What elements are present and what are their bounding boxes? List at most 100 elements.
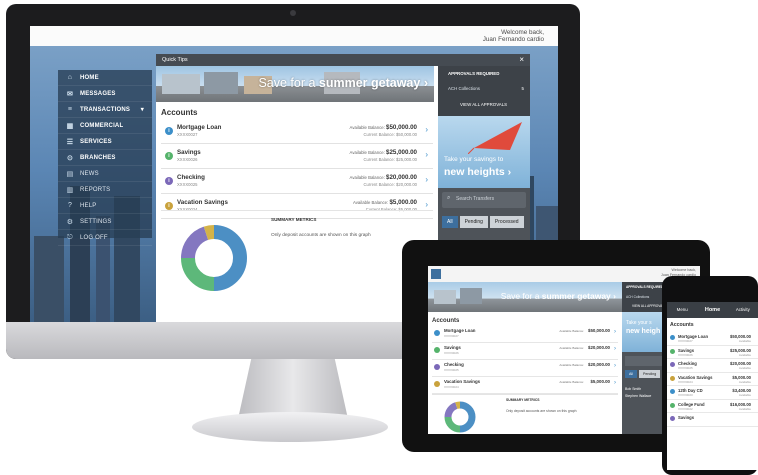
- tab-processed[interactable]: Processed: [489, 216, 524, 228]
- accounts-title: Accounts: [161, 108, 198, 117]
- search-transfers[interactable]: ⌕ Search Transfers: [442, 192, 526, 208]
- tab-all[interactable]: All: [442, 216, 458, 228]
- account-info-icon: [434, 347, 440, 353]
- summary-title: SUMMARY METRICS: [271, 217, 317, 222]
- phone-account-row[interactable]: College Fund XXXX0022 $16,000.00 Available: [667, 400, 758, 413]
- account-name: Mortgage Loan: [177, 124, 222, 131]
- sidebar-item-branches[interactable]: ⊙ BRANCHES: [58, 150, 152, 166]
- donut-segment: [444, 416, 461, 433]
- sidebar-nav: ⌂ HOME ✉ MESSAGES ≡ TRANSACTIONS ▾ ▦ COMMERCIAL ☰…: [58, 70, 152, 246]
- sidebar-item-news[interactable]: ▤ NEWS: [58, 166, 152, 182]
- approvals-item[interactable]: ACH Collections: [448, 86, 480, 91]
- banner-text: Save for a summer getaway ›: [258, 76, 428, 90]
- news-icon: ▤: [66, 170, 74, 178]
- chevron-right-icon[interactable]: ›: [614, 329, 616, 335]
- account-info-icon: [434, 330, 440, 336]
- donut-segment: [203, 225, 215, 241]
- account-info-icon: i: [165, 152, 173, 160]
- summary-metrics: SUMMARY METRICS Only deposit accounts ar…: [161, 210, 433, 322]
- available-label: Available Balance:: [559, 329, 584, 333]
- donut-segment: [181, 226, 209, 259]
- account-row[interactable]: i Mortgage Loan XXXX0027 Available Balance:…: [161, 121, 433, 144]
- available-label: Available: [738, 366, 751, 370]
- promo-banner[interactable]: Save for a summer getaway ›: [156, 66, 434, 102]
- tablet-donut-chart: [444, 401, 476, 433]
- account-number: XXXX0027: [177, 132, 198, 137]
- account-name: Vacation Savings: [177, 199, 228, 206]
- chevron-right-icon[interactable]: ›: [425, 125, 428, 134]
- chevron-right-icon[interactable]: ›: [425, 175, 428, 184]
- phone-account-row[interactable]: 12th Day CD XXXX0023 $3,400.00 Available: [667, 386, 758, 400]
- donut-segment: [181, 257, 215, 291]
- close-icon[interactable]: ×: [519, 54, 524, 66]
- sidebar-item-settings[interactable]: ⚙ SETTINGS: [58, 214, 152, 230]
- sidebar-item-label: BRANCHES: [80, 154, 116, 161]
- account-name: Savings: [678, 415, 695, 420]
- sidebar-item-label: SERVICES: [80, 138, 112, 145]
- phone-tab-activity[interactable]: Activity: [728, 302, 758, 318]
- monitor-stand: [238, 359, 348, 419]
- account-info-icon: [670, 335, 675, 340]
- view-all-approvals-link[interactable]: VIEW ALL APPROVALS: [460, 102, 507, 107]
- sidebar-item-home[interactable]: ⌂ HOME: [58, 70, 152, 86]
- tab-pending[interactable]: Pending: [459, 216, 488, 228]
- camera-icon: [290, 10, 296, 16]
- tablet-tab-pending[interactable]: Pending: [639, 370, 661, 378]
- account-row[interactable]: i Savings XXXX0026 Available Balance: $25,0…: [161, 146, 433, 169]
- welcome-text: Welcome back, Juan Fernando cardio: [483, 29, 544, 43]
- account-number: XXXX0026: [177, 157, 198, 162]
- approvals-count: 5: [521, 86, 524, 91]
- sidebar-item-commercial[interactable]: ▦ COMMERCIAL: [58, 118, 152, 134]
- phone-tab-home[interactable]: Home: [697, 302, 727, 318]
- log-off-icon: ⎋: [67, 233, 73, 241]
- user-name: Juan Fernando cardio: [482, 36, 544, 43]
- sidebar-item-label: TRANSACTIONS: [80, 106, 131, 113]
- account-name: Mortgage Loan: [444, 328, 476, 333]
- phone-account-row[interactable]: Mortgage Loan XXXX0027 $50,000.00 Available: [667, 332, 758, 346]
- tablet-account-row[interactable]: Mortgage Loan XXXX0027 Available Balance: $…: [432, 326, 618, 343]
- approvals-box: APPROVALS REQUIRED ACH Collections 5 VIE…: [438, 66, 530, 116]
- sidebar-item-reports[interactable]: ▥ REPORTS: [58, 182, 152, 198]
- available-balance: Available Balance: $20,000.00: [349, 174, 417, 181]
- account-number: XXXX0023: [678, 393, 693, 397]
- sidebar-item-transactions[interactable]: ≡ TRANSACTIONS ▾: [58, 102, 152, 118]
- kite-line1: Take your savings to: [444, 156, 504, 163]
- account-info-icon: i: [165, 177, 173, 185]
- phone-account-row[interactable]: Savings: [667, 413, 758, 427]
- sidebar-item-messages[interactable]: ✉ MESSAGES: [58, 86, 152, 102]
- phone-tabbar: Menu Home Activity: [667, 302, 758, 318]
- sidebar-item-log-off[interactable]: ⎋ LOG OFF: [58, 230, 152, 246]
- chevron-right-icon[interactable]: ›: [614, 380, 616, 386]
- commercial-icon: ▦: [66, 122, 74, 130]
- phone-account-row[interactable]: Vacation Savings XXXX0024 $5,000.00 Availab…: [667, 373, 758, 386]
- messages-icon: ✉: [66, 90, 74, 98]
- donut-segment: [213, 225, 247, 291]
- tablet-banner[interactable]: Save for a summer getaway ›: [428, 282, 622, 312]
- account-name: Checking: [177, 174, 205, 181]
- account-row[interactable]: i Checking XXXX0025 Available Balance: $20,…: [161, 171, 433, 194]
- chevron-right-icon[interactable]: ›: [425, 150, 428, 159]
- tablet-account-row[interactable]: Vacation Savings XXXX0024 Available Balanc…: [432, 377, 618, 394]
- tablet-tab-all[interactable]: All: [625, 370, 637, 378]
- available-label: Available: [738, 406, 751, 411]
- chevron-right-icon[interactable]: ›: [614, 363, 616, 369]
- current-balance: Current Balance: $20,000.00: [363, 182, 417, 187]
- chevron-right-icon[interactable]: ›: [425, 200, 428, 209]
- available-balance: Available Balance: $25,000.00: [349, 149, 417, 156]
- kite-promo[interactable]: Take your savings to new heights ›: [438, 116, 530, 188]
- tablet-person[interactable]: Bob Smith: [625, 386, 651, 393]
- sidebar-item-label: HELP: [80, 202, 97, 209]
- sidebar-item-label: NEWS: [80, 170, 99, 177]
- sidebar-item-help[interactable]: ? HELP: [58, 198, 152, 214]
- sidebar-item-services[interactable]: ☰ SERVICES: [58, 134, 152, 150]
- tablet-account-row[interactable]: Savings XXXX0026 Available Balance: $20,000…: [432, 343, 618, 360]
- phone-tab-menu[interactable]: Menu: [667, 302, 697, 318]
- tablet-menu-icon[interactable]: [431, 269, 441, 279]
- phone-account-row[interactable]: Checking XXXX0025 $20,000.00 Available: [667, 359, 758, 373]
- available-label: Available: [738, 352, 751, 357]
- phone-account-row[interactable]: Savings XXXX0026 $25,000.00 Available: [667, 346, 758, 359]
- tablet-account-row[interactable]: Checking XXXX0025 Available Balance: $20,00…: [432, 360, 618, 377]
- tablet-person[interactable]: Stephen Wallace: [625, 393, 651, 400]
- chevron-right-icon[interactable]: ›: [614, 346, 616, 352]
- monitor-base: [192, 412, 388, 442]
